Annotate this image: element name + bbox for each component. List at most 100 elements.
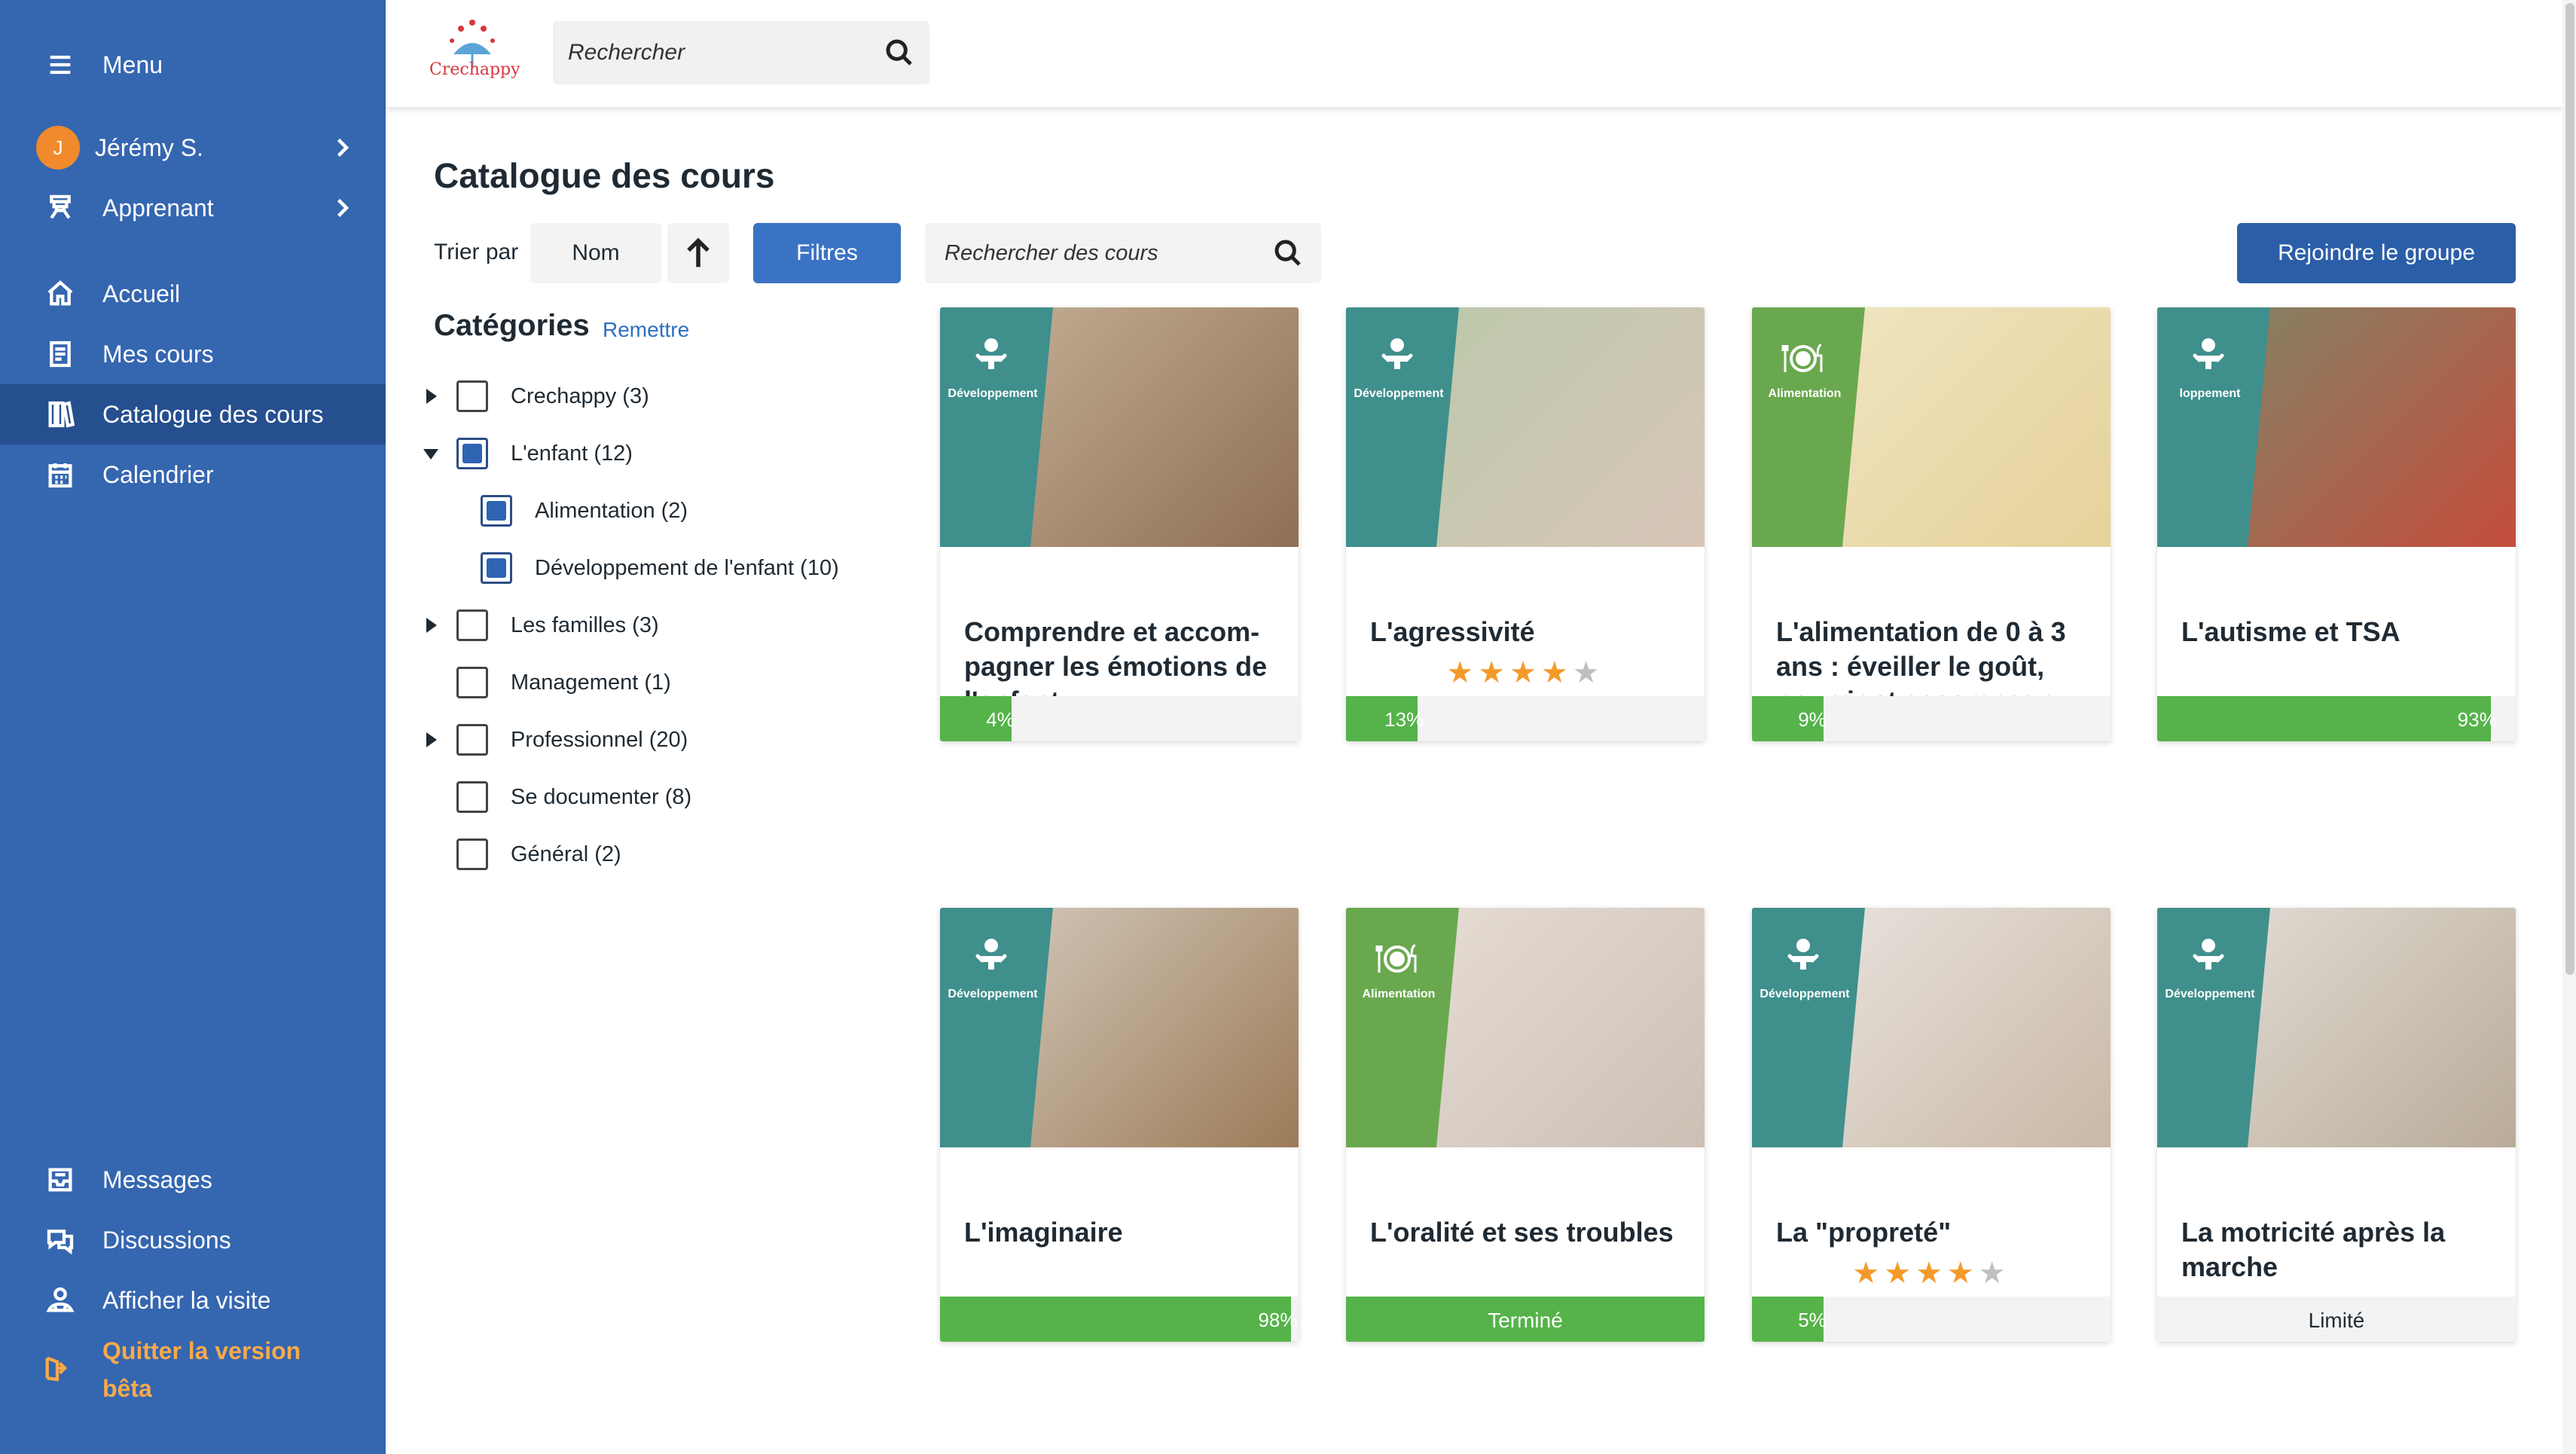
category-item[interactable]: Alimentation (2) — [481, 488, 688, 533]
user-name: Jérémy S. — [95, 133, 204, 161]
crechappy-logo[interactable] — [431, 15, 514, 90]
sidebar-item-messages[interactable]: Messages — [0, 1150, 386, 1210]
progress-bar: 4% — [940, 696, 1299, 741]
search-icon[interactable] — [884, 38, 914, 74]
user-profile[interactable]: J Jérémy S. — [0, 118, 386, 178]
category-item[interactable]: Crechappy (3) — [426, 374, 649, 419]
sidebar-item-visite[interactable]: Afficher la visite — [0, 1270, 386, 1330]
sidebar-item-discussions[interactable]: Discussions — [0, 1210, 386, 1270]
star-icon: ★ — [1540, 656, 1573, 689]
star-icon: ★ — [1509, 656, 1541, 689]
categories-reset-link[interactable]: Remettre — [603, 318, 689, 342]
progress-fill — [2157, 696, 2491, 741]
star-icon: ★ — [1446, 656, 1479, 689]
search-placeholder: Rechercher — [568, 40, 685, 65]
calendar-icon — [42, 457, 78, 493]
course-card[interactable]: Développement La motricité après la march… — [2157, 908, 2516, 1342]
course-card[interactable]: Développement La "propreté" ★★★★★ 5% — [1752, 908, 2111, 1342]
caret-right-icon[interactable] — [426, 732, 437, 747]
course-thumbnail: Développement — [1752, 908, 2111, 1147]
category-checkbox[interactable] — [456, 380, 488, 412]
course-card[interactable]: Alimentation L'oralité et ses troubles Ter… — [1346, 908, 1705, 1342]
baby-icon — [1779, 935, 1827, 983]
category-checkbox[interactable] — [456, 438, 488, 469]
category-checkbox[interactable] — [481, 552, 512, 584]
exit-icon — [42, 1353, 78, 1389]
category-tag: Développement — [948, 988, 1038, 1000]
role-label: Apprenant — [102, 194, 214, 221]
progress-label: Terminé — [1488, 1309, 1563, 1332]
sort-label: Trier par — [434, 240, 519, 264]
rating-stars: ★★★★★ — [1752, 1256, 2111, 1291]
category-item[interactable]: Les familles (3) — [426, 603, 659, 648]
home-icon — [42, 276, 78, 312]
baby-icon — [2184, 334, 2233, 383]
baby-icon — [967, 334, 1015, 383]
category-checkbox[interactable] — [456, 781, 488, 813]
sort-select[interactable]: Nom — [530, 223, 661, 283]
chevron-right-icon — [328, 194, 356, 221]
quit-beta-label: Quitter la version bêta — [102, 1332, 301, 1407]
category-item[interactable]: Professionnel (20) — [426, 717, 688, 762]
scrollbar-thumb[interactable] — [2565, 3, 2574, 975]
sidebar-item-accueil[interactable]: Accueil — [0, 264, 386, 324]
category-label: Se documenter (8) — [511, 784, 692, 809]
sidebar-item-calendrier[interactable]: Calendrier — [0, 444, 386, 505]
role-switcher[interactable]: Apprenant — [0, 178, 386, 238]
star-icon: ★ — [1572, 656, 1604, 689]
category-item[interactable]: L'enfant (12) — [423, 431, 633, 476]
category-label: L'enfant (12) — [511, 441, 633, 466]
sidebar-item-label: Messages — [102, 1165, 212, 1193]
course-card[interactable]: Alimentation L'alimentation de 0 à 3 ans … — [1752, 307, 2111, 741]
progress-label: 4% — [986, 708, 1015, 731]
category-item[interactable]: Général (2) — [456, 832, 621, 877]
category-item[interactable]: Management (1) — [456, 660, 671, 705]
caret-right-icon[interactable] — [426, 618, 437, 633]
sidebar-item-label: Afficher la visite — [102, 1286, 271, 1314]
course-thumbnail: Développement — [940, 908, 1299, 1147]
progress-label: 98% — [1258, 1309, 1298, 1331]
course-card[interactable]: loppement L'autisme et TSA 93% — [2157, 307, 2516, 741]
search-courses-input[interactable]: Rechercher des cours — [925, 223, 1321, 283]
scrollbar[interactable] — [2562, 0, 2576, 1454]
category-checkbox[interactable] — [456, 609, 488, 641]
progress-bar: 93% — [2157, 696, 2516, 741]
sidebar-item-label: Catalogue des cours — [102, 400, 324, 428]
sidebar-item-label: Discussions — [102, 1226, 231, 1254]
caret-right-icon[interactable] — [426, 389, 437, 404]
search-input[interactable]: Rechercher — [553, 21, 929, 84]
books-icon — [42, 396, 78, 432]
categories-title: Catégories — [434, 309, 590, 342]
course-thumbnail: Alimentation — [1752, 307, 2111, 547]
menu-toggle[interactable]: Menu — [0, 35, 386, 95]
category-tag: Développement — [1354, 387, 1444, 400]
category-tag: Développement — [948, 387, 1038, 400]
sidebar-item-label: Mes cours — [102, 340, 214, 368]
category-tag: loppement — [2179, 387, 2241, 400]
search-icon[interactable] — [1273, 238, 1303, 274]
category-item[interactable]: Se documenter (8) — [456, 774, 691, 820]
category-checkbox[interactable] — [456, 667, 488, 698]
progress-label: 13% — [1384, 708, 1424, 731]
sort-direction-button[interactable] — [667, 223, 729, 283]
caret-down-icon[interactable] — [423, 449, 438, 460]
sidebar-item-mes-cours[interactable]: Mes cours — [0, 324, 386, 384]
course-card[interactable]: Développement Comprendre et accom-pagner … — [940, 307, 1299, 741]
sidebar-item-catalogue[interactable]: Catalogue des cours — [0, 384, 386, 444]
category-tag: Alimentation — [1768, 387, 1842, 400]
search-courses-placeholder: Rechercher des cours — [945, 240, 1158, 265]
category-item[interactable]: Développement de l'enfant (10) — [481, 545, 839, 591]
sidebar-item-label: Calendrier — [102, 460, 214, 488]
category-checkbox[interactable] — [481, 495, 512, 527]
course-card[interactable]: Développement L'agressivité ★★★★★ 13% — [1346, 307, 1705, 741]
quit-beta-link[interactable]: Quitter la version bêta — [0, 1332, 386, 1407]
category-checkbox[interactable] — [456, 724, 488, 756]
filters-button[interactable]: Filtres — [753, 223, 901, 283]
join-group-button[interactable]: Rejoindre le groupe — [2237, 223, 2516, 283]
category-checkbox[interactable] — [456, 838, 488, 870]
mail-icon — [42, 1162, 78, 1198]
plate-icon — [1779, 334, 1827, 383]
course-thumbnail: Développement — [2157, 908, 2516, 1147]
chat-icon — [42, 1222, 78, 1258]
course-card[interactable]: Développement L'imaginaire 98% — [940, 908, 1299, 1342]
